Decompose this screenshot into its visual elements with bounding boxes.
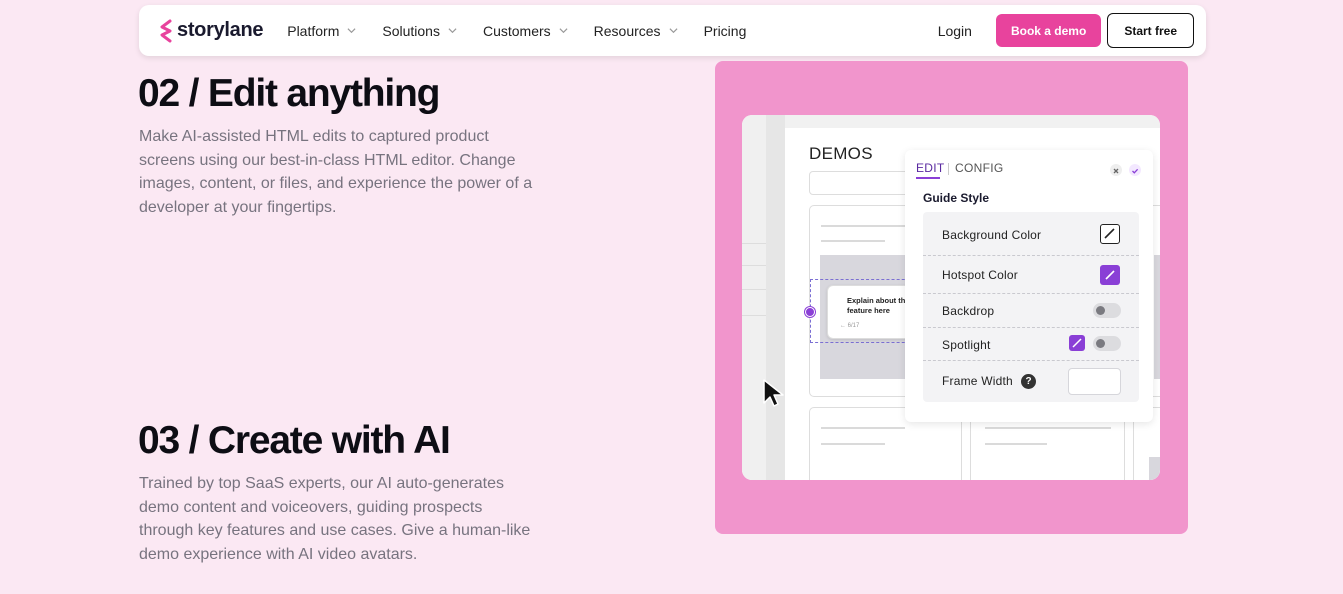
nav-item-resources[interactable]: Resources: [594, 23, 678, 39]
pencil-icon: [1104, 228, 1115, 239]
background-color-swatch[interactable]: [1100, 224, 1120, 244]
demos-label: DEMOS: [809, 144, 873, 163]
divider: [742, 315, 766, 316]
tab-config[interactable]: CONFIG: [955, 161, 1003, 175]
divider: [742, 265, 766, 266]
check-icon[interactable]: [1129, 164, 1141, 176]
nav-item-label: Pricing: [703, 22, 747, 39]
start-free-button[interactable]: Start free: [1107, 13, 1194, 48]
option-label: Backdrop: [942, 304, 995, 318]
cursor-arrow-icon: [763, 379, 784, 407]
nav-item-platform[interactable]: Platform: [287, 23, 356, 39]
top-navbar: storylane Platform Solutions Customers R…: [139, 5, 1206, 56]
nav-item-pricing[interactable]: Pricing: [704, 23, 747, 39]
tab-separator: [948, 163, 949, 175]
option-spotlight: Spotlight: [923, 328, 1139, 361]
option-label: Frame Width: [942, 374, 1013, 388]
option-hotspot-color: Hotspot Color: [923, 256, 1139, 294]
nav-links: Platform Solutions Customers Resources P…: [287, 23, 772, 39]
help-icon[interactable]: ?: [1021, 374, 1036, 389]
hotspot-dot[interactable]: [805, 307, 815, 317]
frame-width-input[interactable]: [1068, 368, 1121, 395]
chevron-down-icon: [347, 28, 356, 34]
divider: [742, 289, 766, 290]
tooltip-step-count: ← 6/17: [840, 323, 860, 329]
nav-item-label: Resources: [593, 22, 661, 39]
mock-top-bar: [785, 115, 1160, 128]
spotlight-toggle[interactable]: [1093, 336, 1121, 351]
placeholder-line: [821, 225, 911, 227]
option-label: Background Color: [942, 228, 1042, 242]
demo-search-field[interactable]: [809, 171, 909, 195]
option-frame-width: Frame Width ?: [923, 361, 1139, 402]
chevron-down-icon: [559, 28, 568, 34]
section-ai-title: 03 / Create with AI: [138, 419, 451, 462]
backdrop-toggle[interactable]: [1093, 303, 1121, 318]
close-icon[interactable]: [1110, 164, 1122, 176]
demo-preview-image: [1149, 457, 1160, 480]
nav-item-label: Customers: [482, 22, 551, 39]
option-label: Spotlight: [942, 338, 991, 352]
placeholder-line: [985, 427, 1111, 429]
guide-style-options: Background Color Hotspot Color Backdrop …: [923, 212, 1139, 402]
option-label: Hotspot Color: [942, 268, 1018, 282]
chevron-down-icon: [448, 28, 457, 34]
section-ai-body: Trained by top SaaS experts, our AI auto…: [139, 475, 531, 563]
placeholder-line: [821, 427, 905, 429]
pencil-icon: [1072, 338, 1082, 348]
divider: [742, 243, 766, 244]
tab-edit[interactable]: EDIT: [916, 161, 945, 175]
option-background-color: Background Color: [923, 212, 1139, 256]
guide-style-title: Guide Style: [923, 191, 990, 205]
login-link[interactable]: Login: [938, 23, 972, 39]
nav-item-customers[interactable]: Customers: [483, 23, 568, 39]
pencil-icon: [1105, 270, 1115, 280]
chevron-down-icon: [669, 28, 678, 34]
section-edit-body: Make AI-assisted HTML edits to captured …: [139, 128, 533, 216]
guide-settings-panel: EDIT CONFIG Guide Style Background Color…: [905, 150, 1153, 422]
nav-item-label: Solutions: [382, 22, 440, 39]
nav-item-solutions[interactable]: Solutions: [382, 23, 457, 39]
hotspot-color-swatch[interactable]: [1100, 265, 1120, 285]
mock-rail: [766, 115, 785, 480]
mock-left-strip: [742, 115, 766, 480]
editor-mockup: DEMOS Explain about th feature here ← 6/…: [742, 115, 1160, 480]
brand-logo[interactable]: storylane: [159, 19, 264, 43]
spotlight-color-swatch[interactable]: [1069, 335, 1085, 351]
book-demo-button[interactable]: Book a demo: [995, 14, 1102, 47]
brand-name: storylane: [177, 19, 264, 41]
placeholder-line: [985, 443, 1047, 445]
placeholder-line: [821, 240, 885, 242]
demo-preview-image: [1154, 255, 1160, 379]
storylane-logo-icon: [160, 19, 172, 42]
active-tab-indicator: [916, 177, 940, 179]
nav-item-label: Platform: [287, 22, 340, 39]
section-edit-title: 02 / Edit anything: [138, 72, 440, 115]
placeholder-line: [821, 443, 885, 445]
option-backdrop: Backdrop: [923, 294, 1139, 328]
nav-actions: Login Book a demo Start free: [938, 13, 1206, 48]
